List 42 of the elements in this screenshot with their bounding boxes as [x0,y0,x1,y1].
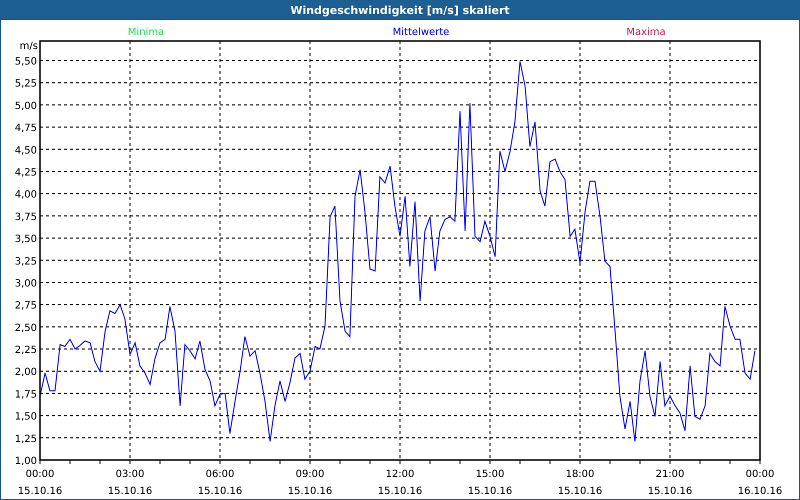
x-tick-label: 12:00 [386,469,414,480]
x-tick-label: 15:00 [476,469,504,480]
axis-unit: m/s [20,41,38,52]
y-tick-label: 5,50 [14,56,37,68]
x-tick-label: 03:00 [116,469,144,480]
y-tick-label: 2,00 [14,367,37,378]
y-tick-label: 3,00 [14,278,37,290]
x-tick-label: 00:00 [26,469,54,480]
y-tick-label: 2,25 [14,345,37,356]
x-tick-date: 15.10.16 [108,486,152,497]
x-tick-label: 18:00 [566,469,594,480]
y-tick-label: 5,25 [14,78,37,90]
x-tick-label: 09:00 [296,469,324,480]
y-tick-label: 4,25 [14,168,37,178]
x-tick-label: 00:00 [746,469,774,480]
x-tick-date: 15.10.16 [198,486,242,497]
x-tick-date: 15.10.16 [468,486,512,497]
y-tick-label: 3,25 [14,256,37,268]
y-tick-label: 2,50 [14,322,37,334]
y-tick-label: 1,00 [14,456,37,467]
legend-label: Mittelwerte [392,27,450,38]
y-tick-label: 5,00 [14,100,37,112]
y-tick-label: 3,50 [14,234,37,246]
x-tick-label: 21:00 [656,469,684,480]
y-tick-label: 1,50 [14,412,37,423]
y-tick-label: 3,75 [14,212,37,223]
legend-label: Maxima [626,27,666,38]
window-title: Windgeschwindigkeit [m/s] skaliert [1,1,799,20]
y-tick-label: 4,50 [14,145,37,156]
x-tick-label: 06:00 [206,469,234,480]
x-tick-date: 15.10.16 [288,486,332,497]
y-tick-label: 4,00 [14,190,37,201]
x-tick-date: 15.10.16 [558,486,602,497]
y-tick-label: 4,75 [14,123,37,134]
x-tick-date: 15.10.16 [378,486,422,497]
y-tick-label: 1,25 [14,434,37,445]
x-tick-date: 15.10.16 [18,486,62,497]
y-tick-label: 2,75 [14,300,37,312]
legend-label: Minima [128,27,164,38]
y-tick-label: 1,75 [14,389,37,400]
x-tick-date: 16.10.16 [738,486,782,497]
x-tick-date: 15.10.16 [648,486,692,497]
